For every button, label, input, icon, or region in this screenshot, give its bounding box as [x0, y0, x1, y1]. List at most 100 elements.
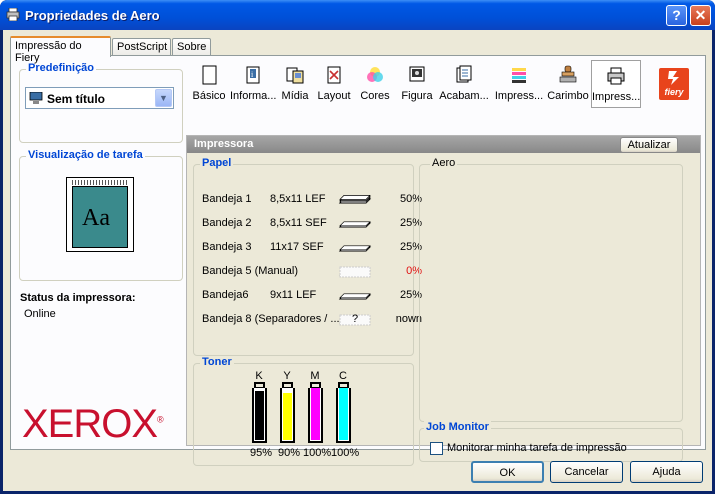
toner-level-bar — [252, 388, 267, 443]
help-title-button[interactable]: ? — [666, 5, 687, 26]
tray-name: Bandeja 8 (Separadores / ... — [202, 313, 340, 325]
toolbar-label: Carimbo — [547, 90, 589, 102]
tray-size: 8,5x11 SEF — [270, 217, 327, 229]
toolbar-label: Cores — [360, 90, 390, 102]
fiery-printing-panel: Predefinição Sem título ▼ Visualização d… — [10, 55, 706, 466]
toner-percent: 100% — [303, 447, 332, 459]
preset-dropdown[interactable]: Sem título ▼ — [25, 87, 174, 109]
printer-icon — [607, 67, 625, 85]
toner-title: Toner — [200, 356, 234, 368]
paper-tray-icon — [338, 195, 372, 204]
toolbar-image[interactable]: Figura — [400, 62, 434, 106]
tray-row: Bandeja 3 11x17 SEF 25% — [202, 241, 422, 257]
toner-cartridge: C 100% — [331, 370, 359, 460]
toolbar-stamp[interactable]: Carimbo — [546, 62, 590, 106]
media-icon — [286, 67, 304, 84]
toner-level-bar — [336, 388, 351, 443]
job-preview-group: Visualização de tarefa Aa — [19, 149, 183, 281]
toner-fill — [311, 388, 320, 440]
toolbar-basic[interactable]: Básico — [191, 62, 227, 106]
preset-group: Predefinição Sem título ▼ — [19, 62, 183, 143]
unknown-icon: ? — [352, 313, 359, 325]
toner-fill — [339, 388, 348, 440]
toolbar-label: Layout — [317, 90, 351, 102]
aero-group: Aero — [419, 157, 683, 422]
cancel-button[interactable]: Cancelar — [550, 461, 623, 483]
layout-icon — [327, 66, 341, 84]
toolbar-finishing[interactable]: Acabam... — [438, 62, 490, 106]
tray-row: Bandeja 1 8,5x11 LEF 50% — [202, 193, 422, 209]
fiery-logo: fiery — [659, 68, 689, 100]
tab-postscript[interactable]: PostScript — [112, 38, 171, 56]
computer-icon — [29, 92, 43, 104]
toolbar-label: Figura — [401, 90, 433, 102]
toner-letter: C — [339, 370, 347, 382]
toner-letter: M — [310, 370, 320, 382]
tray-level: 0% — [406, 265, 422, 277]
toner-fill — [255, 390, 264, 440]
tray-name: Bandeja 5 (Manual) — [202, 265, 299, 277]
toolbar-layout[interactable]: Layout — [315, 62, 353, 106]
tab-about[interactable]: Sobre — [172, 38, 211, 56]
paper-tray-icon — [338, 293, 372, 300]
job-thumbnail: Aa — [66, 177, 134, 252]
printer-panel-title: Impressora — [194, 138, 254, 150]
aero-title: Aero — [430, 157, 458, 169]
paper-title: Papel — [200, 157, 234, 169]
tab-label: PostScript — [117, 41, 168, 53]
toolbar-label: Básico — [192, 90, 226, 102]
thumbnail-hatch — [72, 180, 128, 185]
finishing-icon — [456, 65, 472, 83]
paper-group: Papel Bandeja 1 8,5x11 LEF 50% Bandeja 2 8,5… — [193, 157, 422, 356]
help-button[interactable]: Ajuda — [630, 461, 703, 483]
job-preview-title: Visualização de tarefa — [26, 149, 145, 161]
toolbar-media[interactable]: Mídia — [279, 62, 311, 106]
toolbar-label: Impress... — [494, 90, 544, 102]
registered-mark: ® — [157, 414, 164, 425]
window-title: Propriedades de Aero — [25, 8, 160, 23]
monitor-job-label[interactable]: Monitorar minha tarefa de impressão — [447, 442, 627, 454]
toner-percent: 95% — [249, 447, 273, 459]
toner-cartridge: Y 90% — [278, 370, 303, 460]
toolbar-label: Acabam... — [439, 90, 489, 102]
toolbar-label: Mídia — [281, 90, 309, 102]
toner-percent: 100% — [331, 447, 360, 459]
chevron-down-icon[interactable]: ▼ — [155, 89, 172, 107]
document-icon — [202, 65, 217, 85]
tray-name: Bandeja 3 — [202, 241, 252, 253]
title-bar[interactable]: Propriedades de Aero ? ✕ — [0, 0, 715, 30]
job-monitor-title: Job Monitor — [424, 421, 491, 433]
tray-size: 11x17 SEF — [270, 241, 324, 253]
tray-level: 25% — [399, 241, 422, 253]
toolbar-info[interactable]: i Informa... — [230, 62, 276, 106]
info-icon: i — [246, 66, 260, 84]
toolbar-label: Informa... — [230, 90, 276, 102]
ok-button[interactable]: OK — [471, 461, 544, 483]
print-quality-icon — [512, 68, 526, 83]
properties-window: Propriedades de Aero ? ✕ Impressão do Fi… — [0, 0, 715, 494]
xerox-logo-text: XEROX — [22, 402, 158, 446]
color-wheel-icon — [367, 67, 383, 82]
toner-level-bar — [308, 388, 323, 443]
flame-icon — [668, 71, 679, 85]
toolbar-colors[interactable]: Cores — [358, 62, 392, 106]
monitor-job-checkbox[interactable] — [430, 442, 443, 455]
tab-fiery-printing[interactable]: Impressão do Fiery — [10, 36, 111, 64]
tray-size: 8,5x11 LEF — [270, 193, 326, 205]
thumbnail-page: Aa — [72, 186, 128, 248]
printer-status-label: Status da impressora: — [20, 292, 136, 304]
printer-status-value: Online — [24, 308, 56, 320]
close-button[interactable]: ✕ — [690, 5, 711, 26]
preset-value: Sem título — [47, 92, 106, 106]
toolbar-printer[interactable]: Impress... — [591, 60, 641, 108]
fiery-logo-text: fiery — [664, 87, 684, 97]
toner-cartridge: K 95% — [250, 370, 275, 460]
tray-level: 25% — [399, 289, 422, 301]
xerox-logo: XEROX® — [22, 402, 164, 447]
toner-letter: Y — [283, 370, 291, 382]
update-button[interactable]: Atualizar — [620, 137, 678, 153]
toolbar-print-quality[interactable]: Impress... — [494, 62, 544, 106]
paper-tray-icon — [338, 221, 372, 228]
thumbnail-text: Aa — [82, 205, 110, 231]
tray-row: Bandeja 2 8,5x11 SEF 25% — [202, 217, 422, 233]
